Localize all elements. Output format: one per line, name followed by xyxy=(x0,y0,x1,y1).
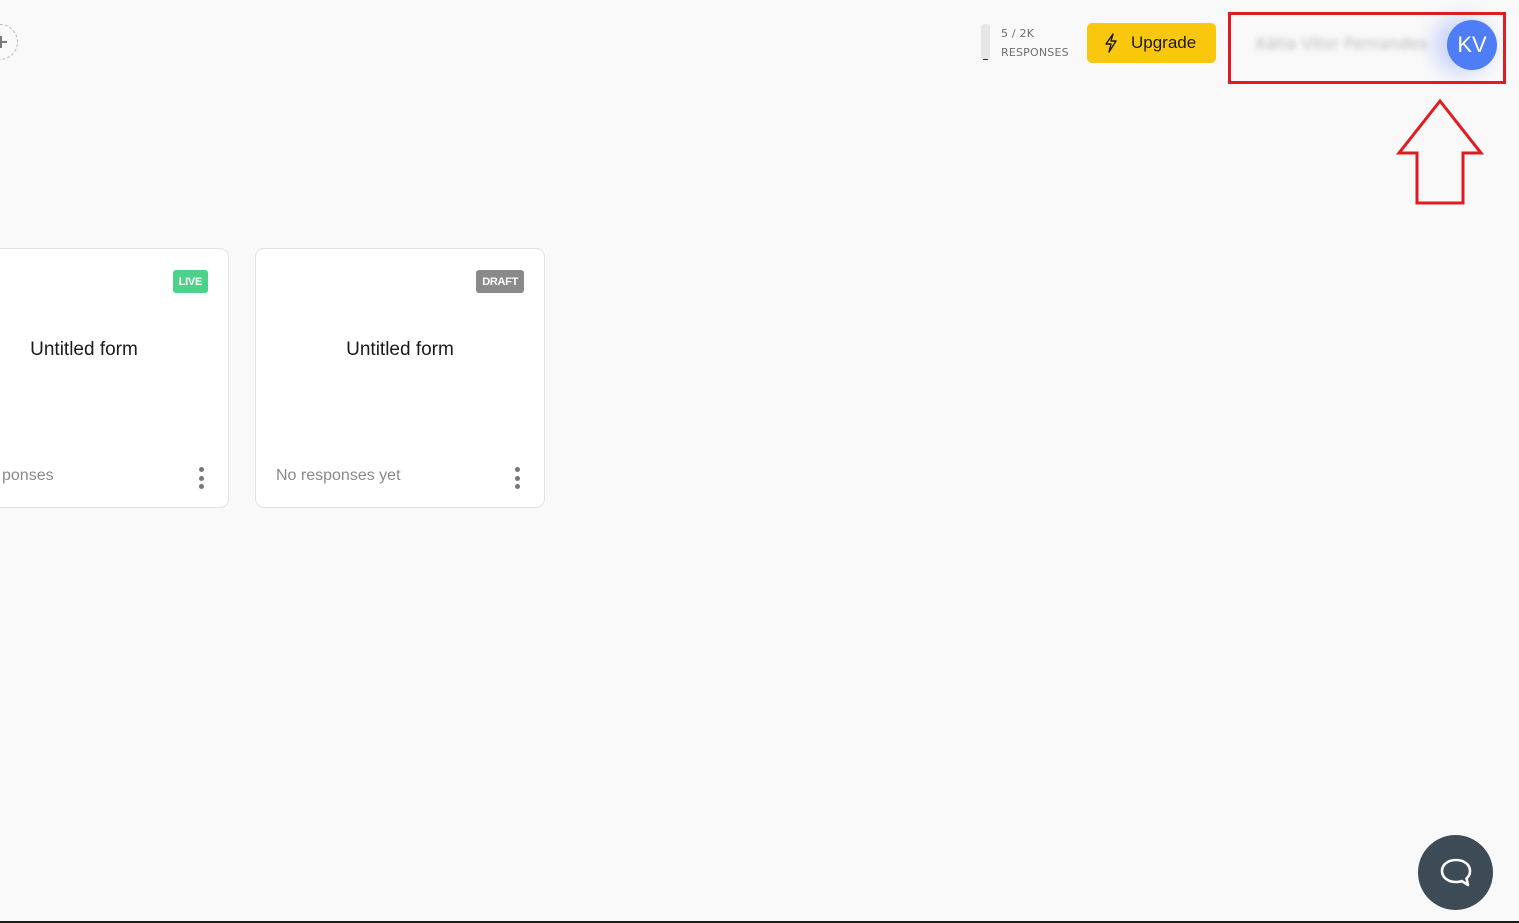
avatar[interactable]: KV xyxy=(1447,20,1497,70)
annotation-up-arrow-icon xyxy=(1395,98,1485,205)
avatar-initials: KV xyxy=(1457,32,1487,57)
chat-launcher-button[interactable] xyxy=(1418,835,1493,910)
chat-bubble-icon xyxy=(1440,858,1471,886)
lightning-bolt-icon xyxy=(1105,33,1117,53)
usage-progress-fill xyxy=(983,58,988,60)
form-responses-count: No responses yet xyxy=(276,467,401,484)
usage-label: RESPONSES xyxy=(1001,46,1069,59)
form-responses-count: ponses xyxy=(2,467,54,484)
kebab-menu-icon xyxy=(198,467,204,472)
form-title: Untitled form xyxy=(346,339,454,360)
usage-progress-bar xyxy=(981,24,990,60)
responses-usage: 5 / 2K RESPONSES xyxy=(981,24,1069,62)
status-badge: DRAFT xyxy=(476,270,524,293)
upgrade-label: Upgrade xyxy=(1131,33,1197,52)
form-title: Untitled form xyxy=(30,339,138,360)
kebab-menu-icon xyxy=(514,467,520,472)
status-badge: LIVE xyxy=(172,270,208,293)
form-card[interactable]: DRAFT Untitled form No responses yet xyxy=(255,248,545,508)
usage-count: 5 / 2K xyxy=(1001,27,1035,40)
account-name: Kátia Vitor Fernandes xyxy=(1256,34,1428,53)
account-menu[interactable]: Kátia Vitor Fernandes KV xyxy=(1240,20,1500,70)
upgrade-button[interactable]: Upgrade xyxy=(1087,23,1216,63)
form-card[interactable]: LIVE Untitled form ponses xyxy=(0,248,229,508)
add-workspace-button[interactable] xyxy=(0,24,18,60)
form-options-button[interactable] xyxy=(196,467,206,489)
form-options-button[interactable] xyxy=(512,467,522,489)
